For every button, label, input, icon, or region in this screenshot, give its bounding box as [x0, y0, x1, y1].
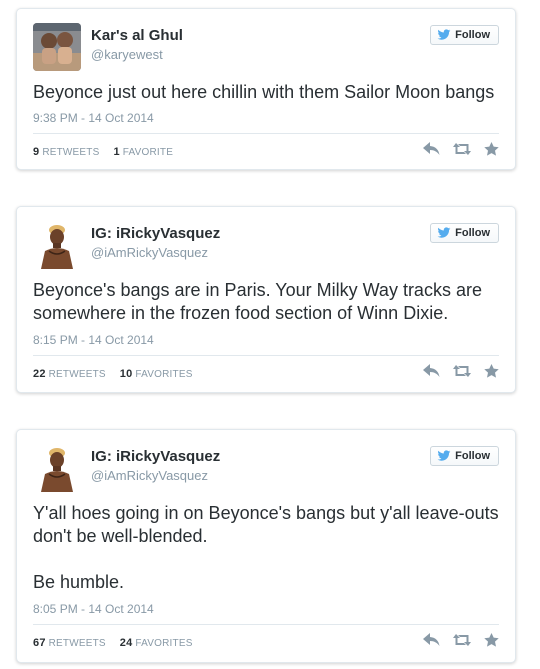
tweet-card: IG: iRickyVasquez @iAmRickyVasquez Follo… [16, 206, 516, 393]
tweet-header: IG: iRickyVasquez @iAmRickyVasquez Follo… [33, 444, 499, 494]
avatar-photo-icon [33, 23, 81, 71]
retweet-count[interactable]: 9 [33, 146, 39, 158]
tweet-header: Kar's al Ghul @karyewest Follow [33, 23, 499, 73]
tweet-timestamp[interactable]: 8:05 PM - 14 Oct 2014 [33, 602, 154, 616]
avatar[interactable] [33, 23, 81, 71]
reply-icon[interactable] [423, 633, 440, 647]
divider [33, 624, 499, 625]
favorite-star-icon[interactable] [484, 142, 499, 156]
user-handle[interactable]: @karyewest [91, 47, 163, 62]
follow-label: Follow [455, 227, 490, 239]
tweet-actions [423, 364, 499, 378]
user-handle[interactable]: @iAmRickyVasquez [91, 468, 208, 483]
divider [33, 133, 499, 134]
follow-button[interactable]: Follow [430, 223, 499, 243]
retweet-label[interactable]: RETWEETS [49, 638, 106, 649]
display-name[interactable]: Kar's al Ghul [91, 27, 183, 44]
tweet-header: IG: iRickyVasquez @iAmRickyVasquez Follo… [33, 221, 499, 271]
display-name[interactable]: IG: iRickyVasquez [91, 225, 220, 242]
favorite-star-icon[interactable] [484, 633, 499, 647]
tweet-timestamp[interactable]: 9:38 PM - 14 Oct 2014 [33, 111, 154, 125]
twitter-bird-icon [437, 450, 451, 461]
retweet-label[interactable]: RETWEETS [42, 147, 99, 158]
tweet-timestamp[interactable]: 8:15 PM - 14 Oct 2014 [33, 333, 154, 347]
avatar[interactable] [33, 221, 81, 269]
follow-label: Follow [455, 29, 490, 41]
retweet-icon[interactable] [452, 364, 472, 378]
twitter-bird-icon [437, 227, 451, 238]
favorite-count[interactable]: 1 [113, 146, 119, 158]
twitter-bird-icon [437, 29, 451, 40]
tweet-stats: 9 RETWEETS 1 FAVORITE [33, 146, 173, 158]
avatar[interactable] [33, 444, 81, 492]
tweet-text: Beyonce's bangs are in Paris. Your Milky… [33, 280, 482, 323]
follow-button[interactable]: Follow [430, 25, 499, 45]
tweet-stats: 22 RETWEETS 10 FAVORITES [33, 368, 193, 380]
favorite-label[interactable]: FAVORITES [135, 638, 192, 649]
tweet-card: Kar's al Ghul @karyewest Follow Beyonce … [16, 8, 516, 170]
follow-label: Follow [455, 450, 490, 462]
retweet-icon[interactable] [452, 633, 472, 647]
avatar-photo-icon [33, 444, 81, 492]
retweet-count[interactable]: 22 [33, 368, 46, 380]
divider [33, 355, 499, 356]
follow-button[interactable]: Follow [430, 446, 499, 466]
favorite-label[interactable]: FAVORITES [135, 369, 192, 380]
display-name[interactable]: IG: iRickyVasquez [91, 448, 220, 465]
retweet-label[interactable]: RETWEETS [49, 369, 106, 380]
favorite-label[interactable]: FAVORITE [123, 147, 173, 158]
tweet-actions [423, 142, 499, 156]
retweet-icon[interactable] [452, 142, 472, 156]
reply-icon[interactable] [423, 142, 440, 156]
avatar-photo-icon [33, 221, 81, 269]
tweet-text: Beyonce just out here chillin with them … [33, 82, 495, 102]
tweet-card: IG: iRickyVasquez @iAmRickyVasquez Follo… [16, 429, 516, 663]
tweet-text: Y'all hoes going in on Beyonce's bangs b… [33, 503, 499, 592]
favorite-count[interactable]: 24 [120, 637, 133, 649]
tweet-stats: 67 RETWEETS 24 FAVORITES [33, 637, 193, 649]
favorite-count[interactable]: 10 [120, 368, 133, 380]
retweet-count[interactable]: 67 [33, 637, 46, 649]
user-handle[interactable]: @iAmRickyVasquez [91, 245, 208, 260]
favorite-star-icon[interactable] [484, 364, 499, 378]
reply-icon[interactable] [423, 364, 440, 378]
tweet-actions [423, 633, 499, 647]
